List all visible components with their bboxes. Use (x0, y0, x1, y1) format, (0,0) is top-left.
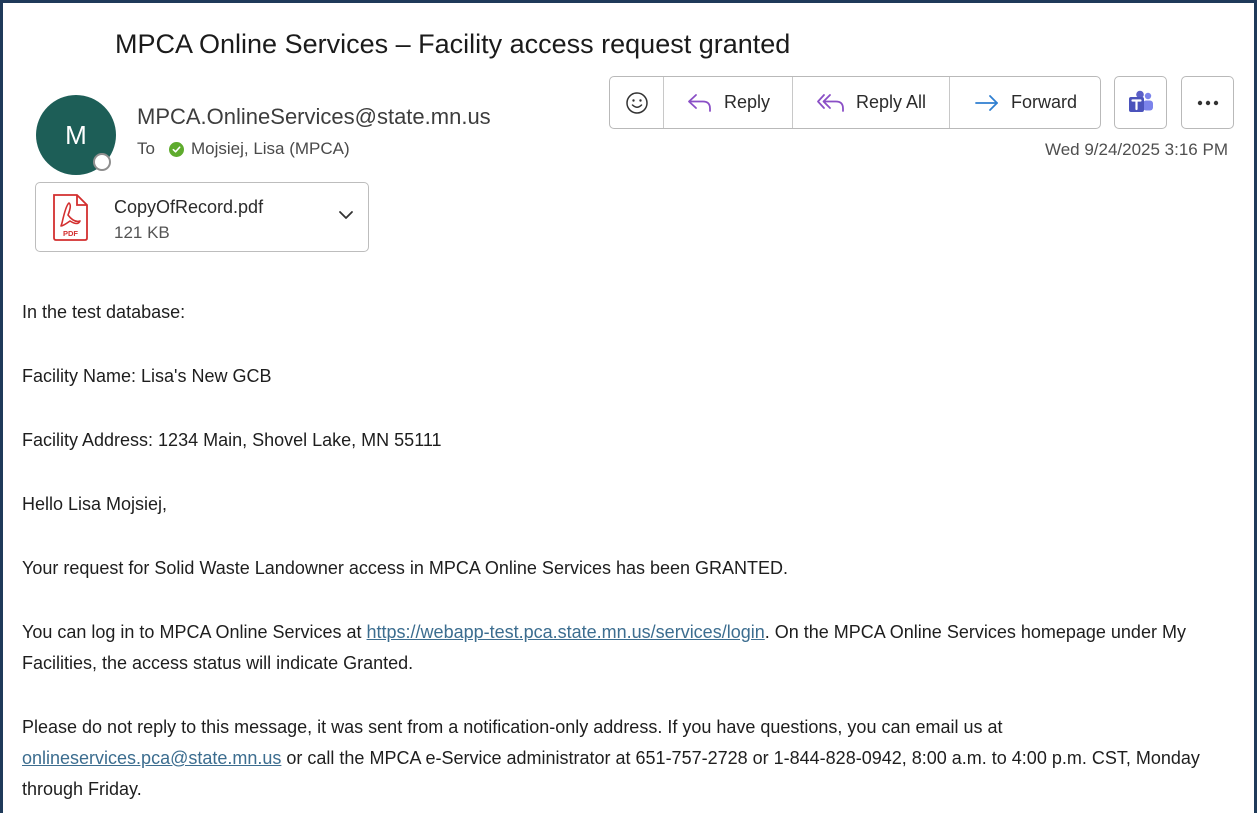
body-login-paragraph: You can log in to MPCA Online Services a… (22, 617, 1242, 679)
to-label: To (137, 139, 155, 158)
recipient-line: To Mojsiej, Lisa (MPCA) (137, 139, 350, 159)
message-body: In the test database: Facility Name: Lis… (22, 297, 1242, 838)
emoji-reaction-button[interactable] (610, 77, 664, 128)
forward-button[interactable]: Forward (950, 77, 1100, 128)
reply-label: Reply (723, 92, 771, 112)
reply-all-label: Reply All (855, 92, 927, 112)
reply-button[interactable]: Reply (664, 77, 793, 128)
reply-all-arrow-icon (817, 93, 844, 112)
presence-status-icon (93, 153, 111, 171)
pdf-icon-text: PDF (63, 229, 78, 238)
email-reading-pane: MPCA Online Services – Facility access r… (0, 0, 1257, 813)
body-granted-notice: Your request for Solid Waste Landowner a… (22, 558, 789, 578)
login-link[interactable]: https://webapp-test.pca.state.mn.us/serv… (367, 622, 765, 642)
avatar-initial: M (65, 119, 87, 150)
available-check-icon (168, 141, 184, 157)
reply-all-button[interactable]: Reply All (793, 77, 950, 128)
email-subject: MPCA Online Services – Facility access r… (115, 29, 791, 59)
smiley-icon (625, 91, 648, 114)
sender-address[interactable]: MPCA.OnlineServices@state.mn.us (137, 104, 491, 130)
forward-arrow-icon (975, 94, 998, 111)
pdf-file-icon: PDF (53, 194, 88, 241)
attachment-size: 121 KB (114, 223, 170, 242)
chevron-down-icon[interactable] (338, 210, 354, 220)
ellipsis-icon (1197, 100, 1218, 105)
login-text-pre: You can log in to MPCA Online Services a… (22, 622, 367, 642)
contact-text-pre: Please do not reply to this message, it … (22, 717, 1003, 737)
recipient-name[interactable]: Mojsiej, Lisa (MPCA) (191, 139, 350, 159)
forward-label: Forward (1010, 92, 1077, 112)
attachment-card[interactable]: PDF CopyOfRecord.pdf 121 KB (35, 182, 369, 252)
reply-arrow-icon (688, 93, 711, 112)
message-action-toolbar: Reply Reply All Forward (609, 76, 1101, 129)
body-facility-address: Facility Address: 1234 Main, Shovel Lake… (22, 430, 442, 450)
teams-share-button[interactable] (1114, 76, 1167, 129)
body-contact-paragraph: Please do not reply to this message, it … (22, 712, 1242, 805)
attachment-filename: CopyOfRecord.pdf (114, 197, 264, 217)
body-line-context: In the test database: (22, 302, 186, 322)
contact-email-link[interactable]: onlineservices.pca@state.mn.us (22, 748, 281, 768)
received-date: Wed 9/24/2025 3:16 PM (1044, 140, 1228, 159)
more-actions-button[interactable] (1181, 76, 1234, 129)
body-greeting: Hello Lisa Mojsiej, (22, 494, 168, 514)
teams-icon (1128, 90, 1153, 112)
body-facility-name: Facility Name: Lisa's New GCB (22, 366, 272, 386)
